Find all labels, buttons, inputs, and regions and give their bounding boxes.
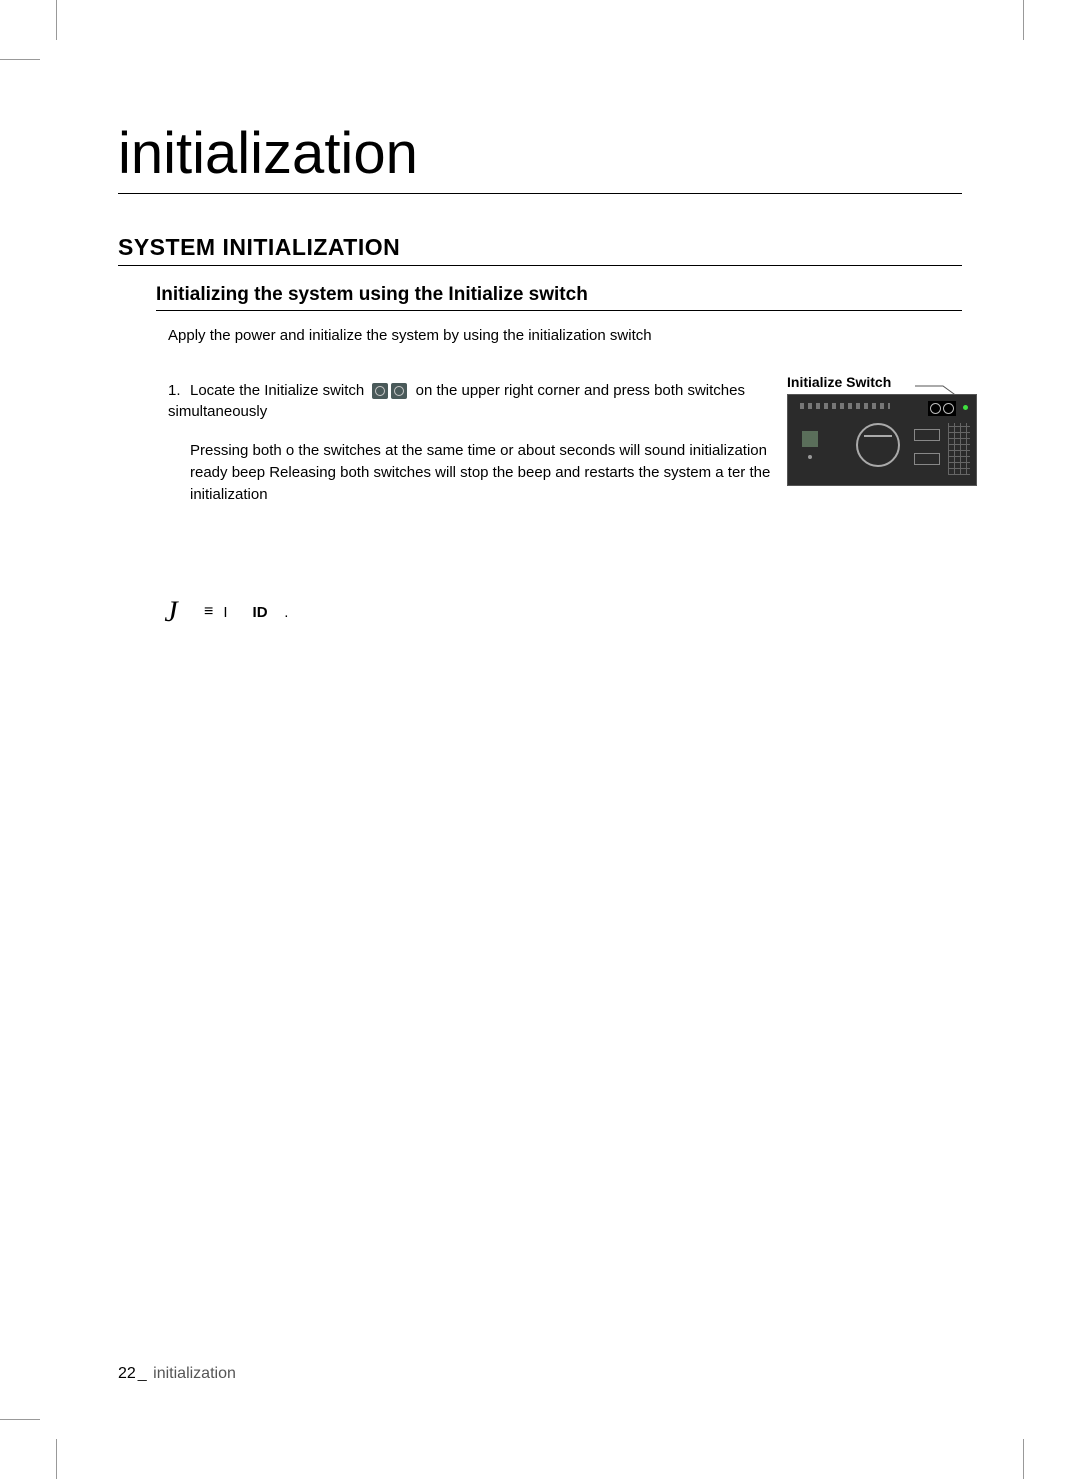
crop-mark	[0, 59, 40, 60]
step-detail: Pressing both o the switches at the same…	[190, 440, 790, 505]
page-number: 22	[118, 1365, 136, 1382]
initialize-switch-icon	[928, 401, 956, 416]
lens-icon	[856, 423, 900, 467]
note-pre: I	[223, 604, 227, 621]
port-icon	[914, 429, 940, 441]
note-text: I ID .	[223, 604, 288, 621]
intro-text: Apply the power and initialize the syste…	[168, 327, 962, 344]
dual-switch-icon	[372, 383, 407, 399]
port-icon	[914, 453, 940, 465]
step-1: 1.Locate the Initialize switch on the up…	[168, 380, 798, 505]
power-led-icon	[963, 405, 968, 410]
note-post: .	[284, 604, 288, 621]
speaker-grille-icon	[948, 423, 970, 475]
indicator-dot-icon	[808, 455, 812, 459]
switch-ring-icon	[943, 403, 954, 414]
note-bold: ID	[253, 604, 268, 621]
step-number: 1.	[168, 380, 190, 401]
page-footer: 22_ initialization	[118, 1365, 236, 1383]
module-icon	[802, 431, 818, 447]
manual-page: initialization SYSTEM INITIALIZATION Ini…	[0, 0, 1080, 1479]
footer-separator: _	[138, 1365, 147, 1382]
page-title: initialization	[118, 120, 962, 194]
figure-label: Initialize Switch	[787, 374, 987, 390]
crop-mark	[56, 0, 57, 40]
section-heading: SYSTEM INITIALIZATION	[118, 234, 962, 266]
subsection-heading: Initializing the system using the Initia…	[156, 284, 962, 311]
content-row: 1.Locate the Initialize switch on the up…	[168, 380, 962, 505]
footer-section: initialization	[153, 1365, 236, 1382]
note-symbol: J	[156, 595, 186, 629]
note-row: J ≡ I ID .	[156, 595, 962, 629]
switch-button-icon	[391, 383, 407, 399]
crop-mark	[0, 1419, 40, 1420]
figure-initialize-switch: Initialize Switch	[787, 374, 987, 486]
vent-icon	[800, 403, 890, 409]
step-text-a: Locate the Initialize switch	[190, 382, 364, 399]
switch-button-icon	[372, 383, 388, 399]
crop-mark	[1023, 0, 1024, 40]
device-illustration	[787, 394, 977, 486]
crop-mark	[56, 1439, 57, 1479]
crop-mark	[1023, 1439, 1024, 1479]
note-bullet-icon: ≡	[204, 603, 213, 621]
switch-ring-icon	[930, 403, 941, 414]
